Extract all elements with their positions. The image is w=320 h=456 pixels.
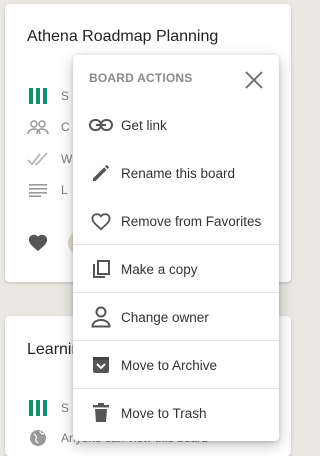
globe-icon: [27, 428, 49, 448]
menu-item-change-owner[interactable]: Change owner: [73, 293, 279, 341]
trash-icon: [88, 401, 114, 425]
menu-header: BOARD ACTIONS: [89, 71, 193, 85]
menu-item-label: Change owner: [121, 309, 209, 325]
link-icon: [88, 113, 114, 137]
board-lists-text: L: [61, 183, 68, 197]
board-stats-row: S: [27, 86, 69, 106]
menu-item-label: Remove from Favorites: [121, 213, 262, 229]
board-lists-row: L: [27, 180, 68, 200]
copy-icon: [88, 257, 114, 281]
board-progress-text: W: [61, 152, 73, 166]
pencil-icon: [88, 161, 114, 185]
board-title: Athena Roadmap Planning: [27, 28, 219, 45]
menu-item-rename[interactable]: Rename this board: [73, 149, 279, 197]
menu-item-label: Move to Archive: [121, 357, 218, 373]
board-columns-icon: [27, 398, 49, 418]
menu-item-label: Rename this board: [121, 165, 236, 181]
board-stats-row: S: [27, 398, 69, 418]
menu-item-get-link[interactable]: Get link: [73, 101, 279, 149]
close-icon[interactable]: [243, 69, 265, 91]
board-columns-icon: [27, 86, 49, 106]
menu-item-label: Move to Trash: [121, 405, 207, 421]
menu-item-move-archive[interactable]: Move to Archive: [73, 341, 279, 389]
menu-item-label: Get link: [121, 117, 167, 133]
menu-item-move-trash[interactable]: Move to Trash: [73, 389, 279, 437]
team-icon: [27, 117, 49, 137]
board-members-row: C: [27, 117, 70, 137]
archive-icon: [88, 353, 114, 377]
lines-icon: [27, 180, 49, 200]
menu-item-remove-favorites[interactable]: Remove from Favorites: [73, 197, 279, 245]
heart-outline-icon: [88, 209, 114, 233]
menu-item-label: Make a copy: [121, 261, 198, 277]
board-progress-row: W: [27, 149, 72, 169]
board-members-text: C: [61, 120, 70, 134]
board-actions-menu: BOARD ACTIONS Get link Rename this board…: [73, 55, 279, 441]
board-stats-text: S: [61, 89, 70, 103]
board-stats-text: S: [61, 401, 70, 415]
favorite-heart-icon[interactable]: [27, 232, 49, 257]
checkmarks-icon: [27, 149, 49, 169]
person-icon: [88, 305, 114, 329]
menu-item-make-copy[interactable]: Make a copy: [73, 245, 279, 293]
